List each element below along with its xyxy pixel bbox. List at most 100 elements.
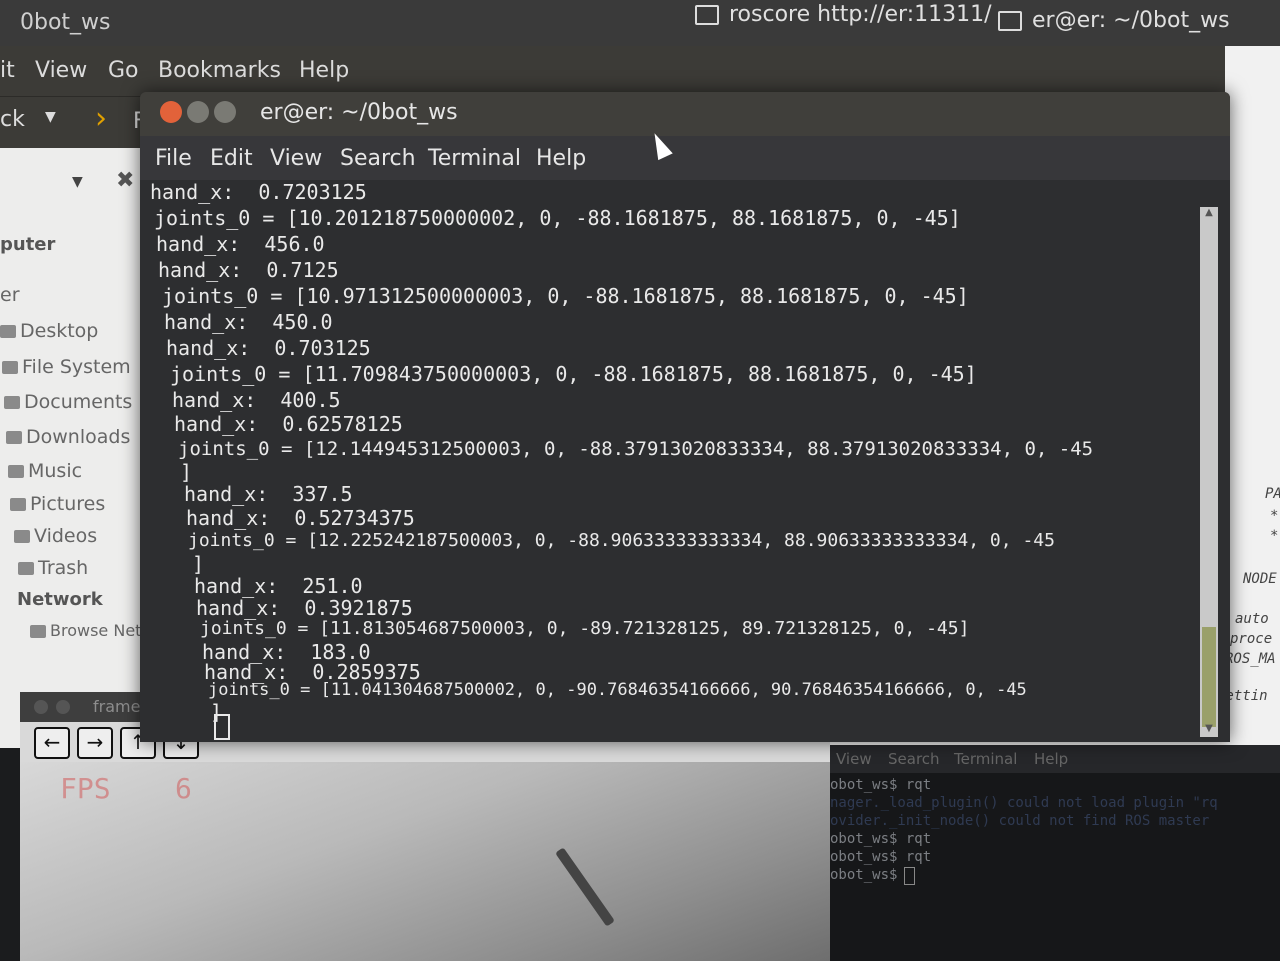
menu-search[interactable]: Search [340, 146, 416, 171]
file-manager-menubar: it View Go Bookmarks Help [0, 46, 1225, 96]
terminal-icon [695, 5, 719, 25]
terminal-title: er@er: ~/0bot_ws [260, 100, 458, 125]
menu-edit[interactable]: it [0, 58, 15, 83]
pan-left-button[interactable]: ← [34, 727, 70, 759]
terminal-menubar: File Edit View Search Terminal Help [140, 136, 1230, 180]
terminal-line: hand_x: 0.3921875 [196, 596, 413, 620]
menu-edit[interactable]: Edit [210, 146, 253, 171]
terminal-line: hand_x: 251.0 [194, 574, 363, 598]
terminal-cursor [904, 867, 915, 885]
terminal-cursor [214, 714, 230, 740]
editor-window: PA * * NODE auto proce ROS_MA settin [1225, 46, 1280, 746]
pictures-icon [10, 498, 26, 511]
music-icon [8, 465, 24, 478]
terminal-titlebar: er@er: ~/0bot_ws [140, 92, 1230, 136]
terminal-line: joints_0 = [12.225242187500003, 0, -88.9… [188, 530, 1055, 551]
menu-terminal[interactable]: Terminal [954, 750, 1017, 768]
sidebar-item-trash[interactable]: Trash [18, 557, 88, 579]
editor-line: * [1270, 528, 1279, 544]
sidebar-item-home[interactable]: er [0, 284, 20, 306]
terminal-line: joints_0 = [11.709843750000003, 0, -88.1… [170, 362, 977, 386]
menu-view[interactable]: View [270, 146, 322, 171]
back-button[interactable]: ck [0, 107, 25, 132]
sidebar-item-videos[interactable]: Videos [14, 525, 97, 547]
maximize-icon[interactable] [214, 101, 236, 123]
drive-icon [2, 361, 18, 374]
ceiling-light [555, 847, 615, 927]
terminal-output[interactable]: hand_x: 0.7203125 joints_0 = [10.2012187… [150, 180, 1200, 740]
menu-search[interactable]: Search [888, 750, 940, 768]
menu-help[interactable]: Help [536, 146, 586, 171]
terminal-line: obot_ws$ [830, 867, 898, 883]
editor-line: PA [1265, 486, 1280, 502]
sidebar-item-file-system[interactable]: File System [2, 356, 131, 378]
close-icon[interactable]: ✖ [116, 168, 134, 193]
sidebar-item-label: Documents [24, 391, 133, 413]
scrollbar-thumb[interactable] [1202, 627, 1216, 727]
sidebar-item-pictures[interactable]: Pictures [10, 493, 105, 515]
sidebar-item-label: Trash [38, 557, 89, 579]
top-panel: 0bot_ws roscore http://er:11311/ er@er: … [0, 0, 1280, 46]
terminal-line: hand_x: 0.703125 [166, 336, 371, 360]
terminal-line: ] [192, 552, 205, 576]
menu-help[interactable]: Help [1034, 750, 1068, 768]
sidebar-item-label: Pictures [30, 493, 106, 515]
menu-file[interactable]: File [155, 146, 192, 171]
terminal-line: hand_x: 0.62578125 [174, 412, 403, 436]
terminal-line: obot_ws$ rqt [830, 849, 932, 865]
terminal-line: hand_x: 0.7203125 [150, 180, 367, 204]
terminal-icon [998, 11, 1022, 31]
terminal-line: hand_x: 337.5 [184, 482, 353, 506]
sidebar-item-downloads[interactable]: Downloads [6, 426, 130, 448]
editor-line: auto [1235, 611, 1269, 627]
menu-help[interactable]: Help [299, 58, 349, 83]
menu-go[interactable]: Go [108, 58, 139, 83]
sidebar-item-label: Videos [34, 525, 98, 547]
editor-line: ROS_MA [1225, 651, 1276, 667]
fps-value: 6 [175, 772, 192, 805]
second-terminal-menubar: View Search Terminal Help [830, 745, 1280, 773]
terminal-scrollbar[interactable]: ▲ ▼ [1200, 207, 1218, 737]
taskbar-roscore[interactable]: roscore http://er:11311/ [695, 2, 992, 27]
sidebar-item-desktop[interactable]: Desktop [0, 320, 98, 342]
chevron-down-icon[interactable]: ▼ [45, 109, 56, 125]
terminal-line: hand_x: 0.7125 [158, 258, 339, 282]
taskbar-roscore-label: roscore http://er:11311/ [729, 2, 992, 27]
taskbar-terminal[interactable]: er@er: ~/0bot_ws [998, 8, 1230, 33]
sidebar-item-documents[interactable]: Documents [4, 391, 132, 413]
chevron-right-icon[interactable]: › [95, 101, 107, 136]
trash-icon [18, 562, 34, 575]
terminal-line: obot_ws$ rqt [830, 777, 932, 793]
camera-view: FPS 6 [20, 762, 830, 961]
frame-title: frame [93, 697, 141, 716]
second-terminal-window: View Search Terminal Help obot_ws$ rqt n… [830, 745, 1280, 961]
video-icon [14, 530, 30, 543]
sidebar-heading-network: Network [17, 589, 103, 610]
scroll-down-icon[interactable]: ▼ [1200, 723, 1218, 737]
pan-right-button[interactable]: → [77, 727, 113, 759]
terminal-line: obot_ws$ rqt [830, 831, 932, 847]
editor-line: NODE [1243, 571, 1277, 587]
terminal-line: hand_x: 450.0 [164, 310, 333, 334]
menu-view[interactable]: View [836, 750, 872, 768]
terminal-line: joints_0 = [10.201218750000002, 0, -88.1… [154, 206, 961, 230]
scroll-up-icon[interactable]: ▲ [1200, 207, 1218, 221]
app-title: 0bot_ws [20, 10, 111, 35]
menu-bookmarks[interactable]: Bookmarks [158, 58, 281, 83]
network-icon [30, 625, 46, 638]
terminal-line: hand_x: 400.5 [172, 388, 341, 412]
chevron-down-icon[interactable]: ▼ [72, 174, 83, 190]
minimize-icon[interactable] [56, 700, 70, 714]
menu-view[interactable]: View [35, 58, 87, 83]
editor-line: proce [1230, 631, 1273, 647]
terminal-line: hand_x: 0.52734375 [186, 506, 415, 530]
minimize-icon[interactable] [187, 101, 209, 123]
close-icon[interactable] [160, 101, 182, 123]
terminal-window: er@er: ~/0bot_ws File Edit View Search T… [140, 92, 1230, 742]
taskbar-terminal-label: er@er: ~/0bot_ws [1032, 8, 1230, 33]
terminal-line: joints_0 = [12.144945312500003, 0, -88.3… [178, 438, 1094, 460]
close-icon[interactable] [34, 700, 48, 714]
sidebar-item-music[interactable]: Music [8, 460, 82, 482]
menu-terminal[interactable]: Terminal [428, 146, 521, 171]
terminal-line: hand_x: 456.0 [156, 232, 325, 256]
